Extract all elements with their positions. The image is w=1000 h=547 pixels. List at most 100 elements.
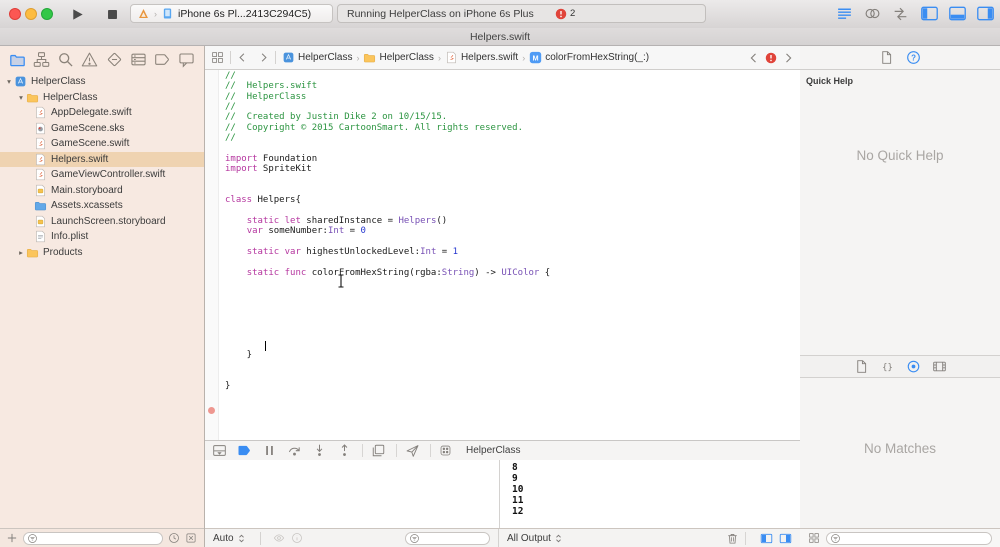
error-badge-icon[interactable] — [765, 52, 777, 64]
stop-button[interactable] — [98, 4, 126, 24]
plist-file-icon — [34, 230, 47, 243]
jumpbar-item[interactable]: HelperClass — [282, 51, 352, 64]
navigator-filter-field[interactable] — [23, 531, 163, 545]
find-navigator-icon[interactable] — [57, 51, 74, 68]
file-row-products[interactable]: ▸ Products — [0, 245, 204, 261]
storyboard-file-icon — [34, 184, 47, 197]
forward-icon[interactable] — [258, 52, 269, 63]
project-navigator-icon[interactable] — [9, 51, 26, 68]
file-label: Helpers.swift — [51, 153, 109, 165]
object-library-icon[interactable] — [906, 359, 921, 374]
report-navigator-icon[interactable] — [178, 51, 195, 68]
forward-icon[interactable] — [782, 52, 794, 64]
trash-icon[interactable] — [726, 532, 739, 545]
jumpbar-item[interactable]: McolorFromHexString(_:) — [529, 51, 649, 64]
file-row-appdelegate-swift[interactable]: AppDelegate.swift — [0, 105, 204, 121]
file-row-helpers-swift[interactable]: Helpers.swift — [0, 151, 204, 167]
toolbar-separator — [745, 531, 746, 545]
grid-view-icon[interactable] — [808, 532, 820, 544]
hide-debug-area-icon[interactable] — [212, 443, 227, 458]
jumpbar-item[interactable]: Helpers.swift — [445, 51, 518, 64]
scheme-separator: › — [154, 8, 157, 19]
scheme-selector[interactable]: › iPhone 6s Pl...2413C294C5) — [130, 4, 333, 23]
navigator-panel: ▾ HelperClass ▾ HelperClass AppDelegate.swif… — [0, 46, 205, 547]
divider — [275, 51, 276, 64]
breakpoints-icon[interactable] — [237, 443, 252, 458]
svg-text:?: ? — [911, 54, 916, 63]
file-row-assets-xcassets[interactable]: Assets.xcassets — [0, 198, 204, 214]
file-row-gameviewcontroller-swift[interactable]: GameViewController.swift — [0, 167, 204, 183]
file-row-gamescene-sks[interactable]: GameScene.sks — [0, 121, 204, 137]
utilities-panel: ? Quick Help No Quick Help {} No Matches — [800, 46, 1000, 547]
popup-chevrons-icon — [553, 533, 564, 544]
flag-box-icon[interactable] — [185, 532, 197, 544]
quick-help-empty-message: No Quick Help — [856, 148, 944, 163]
window-title: Helpers.swift — [469, 30, 531, 43]
symbol-navigator-icon[interactable] — [33, 51, 50, 68]
swift-file-icon — [34, 137, 47, 150]
info-icon[interactable] — [291, 532, 303, 544]
navigator-panel-icon[interactable] — [920, 4, 939, 23]
pane-left-icon[interactable] — [760, 532, 773, 545]
pane-right-icon[interactable] — [779, 532, 792, 545]
breakpoint-navigator-icon[interactable] — [154, 51, 171, 68]
file-label: Assets.xcassets — [51, 200, 123, 212]
add-icon[interactable] — [6, 532, 18, 544]
console-output-popup[interactable]: All Output — [507, 533, 564, 544]
pause-icon[interactable] — [262, 443, 277, 458]
disclosure-triangle[interactable]: ▾ — [4, 77, 14, 86]
source-code-editor[interactable]: //// Helpers.swift// HelperClass//// Cre… — [205, 70, 800, 440]
line-error-indicator[interactable] — [208, 407, 215, 414]
jumpbar-item[interactable]: HelperClass — [363, 51, 434, 64]
file-label: GameViewController.swift — [51, 169, 166, 181]
variables-view[interactable] — [205, 460, 499, 529]
project-file-list: ▾ HelperClass ▾ HelperClass AppDelegate.swif… — [0, 74, 204, 260]
test-navigator-icon[interactable] — [106, 51, 123, 68]
file-label: GameScene.swift — [51, 138, 130, 150]
text-cursor — [337, 274, 346, 288]
file-templates-icon[interactable] — [854, 359, 869, 374]
eye-icon[interactable] — [273, 532, 285, 544]
process-chip[interactable]: HelperClass — [439, 444, 520, 457]
file-inspector-icon[interactable] — [879, 50, 894, 65]
quick-help-icon[interactable]: ? — [906, 50, 921, 65]
window-title-bar: Helpers.swift — [0, 28, 1000, 46]
simulate-location-icon[interactable] — [405, 443, 420, 458]
disclosure-triangle[interactable]: ▾ — [16, 93, 26, 102]
standard-editor-icon[interactable] — [836, 5, 853, 22]
issue-navigator-icon[interactable] — [81, 51, 98, 68]
step-over-icon[interactable] — [287, 443, 302, 458]
run-button[interactable] — [63, 4, 91, 24]
debug-navigator-icon[interactable] — [130, 51, 147, 68]
file-row-gamescene-swift[interactable]: GameScene.swift — [0, 136, 204, 152]
back-icon[interactable] — [748, 52, 760, 64]
clock-icon[interactable] — [168, 532, 180, 544]
minimize-window-button[interactable] — [25, 8, 37, 20]
back-icon[interactable] — [237, 52, 248, 63]
inspector-panel-icon[interactable] — [976, 4, 995, 23]
disclosure-triangle[interactable]: ▸ — [16, 248, 26, 257]
toolbar-separator — [396, 444, 397, 457]
file-row-info-plist[interactable]: Info.plist — [0, 229, 204, 245]
view-debugger-icon[interactable] — [371, 443, 386, 458]
close-window-button[interactable] — [9, 8, 21, 20]
assistant-editor-icon[interactable] — [864, 5, 881, 22]
variables-scope-popup[interactable]: Auto — [213, 533, 247, 544]
console-view[interactable]: 8 9 10 11 12 — [499, 460, 800, 529]
file-row-main-storyboard[interactable]: Main.storyboard — [0, 183, 204, 199]
related-items-icon[interactable] — [211, 51, 224, 64]
step-into-icon[interactable] — [312, 443, 327, 458]
code-snippets-icon[interactable]: {} — [880, 359, 895, 374]
step-out-icon[interactable] — [337, 443, 352, 458]
file-row-launchscreen-storyboard[interactable]: LaunchScreen.storyboard — [0, 214, 204, 230]
variables-filter-field[interactable] — [405, 531, 490, 545]
file-row-helperclass[interactable]: ▾ HelperClass — [0, 74, 204, 90]
status-issues[interactable]: 2 — [555, 8, 575, 20]
debug-panel-icon[interactable] — [948, 4, 967, 23]
library-filter-field[interactable] — [826, 531, 992, 545]
media-library-icon[interactable] — [932, 359, 947, 374]
version-editor-icon[interactable] — [892, 5, 909, 22]
file-row-helperclass[interactable]: ▾ HelperClass — [0, 90, 204, 106]
view-toggle-buttons — [920, 4, 995, 23]
zoom-window-button[interactable] — [41, 8, 53, 20]
